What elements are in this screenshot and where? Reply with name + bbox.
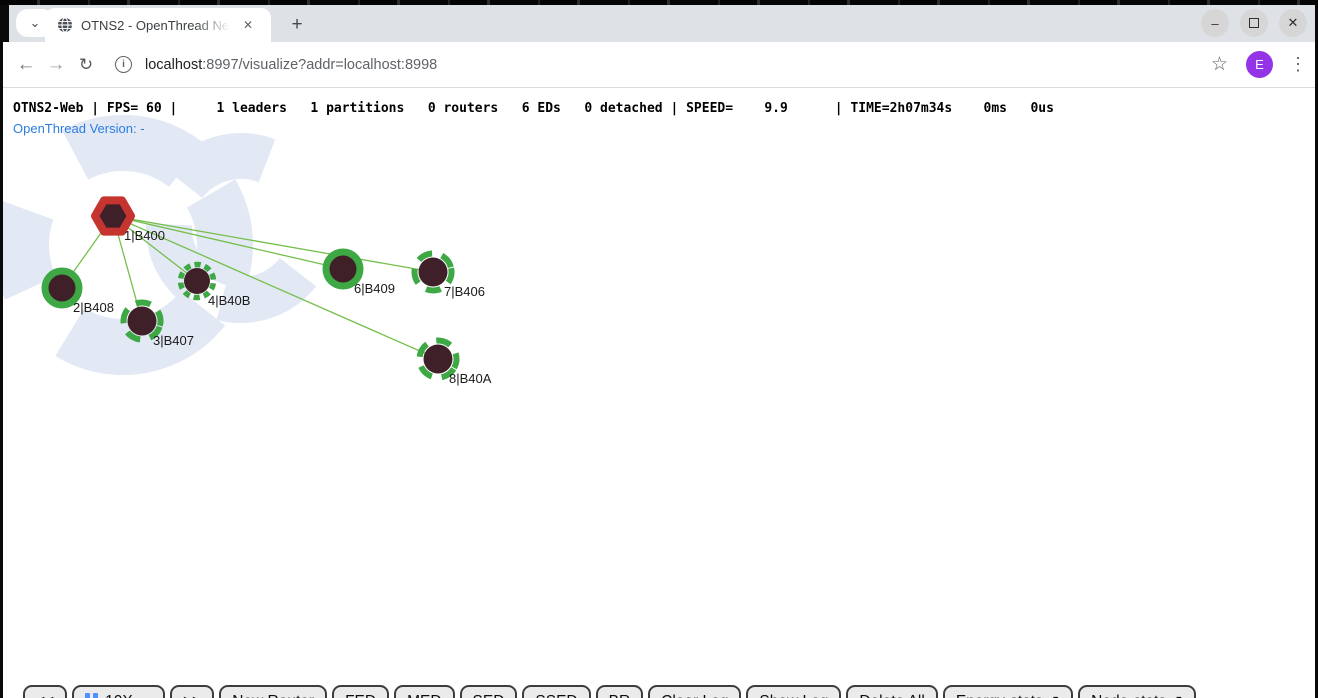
node-2|B408[interactable]: 2|B408	[45, 271, 114, 315]
url-host: localhost	[145, 57, 202, 73]
button-label: Clear Log	[661, 693, 728, 698]
screen: ⌄ OTNS2 - OpenThread Network Simulator ✕…	[0, 0, 1318, 698]
openthread-version-link[interactable]: OpenThread Version: -	[13, 121, 145, 136]
node-6|B409[interactable]: 6|B409	[326, 252, 395, 296]
node-label: 4|B40B	[208, 293, 250, 308]
menu-overflow-icon[interactable]: ⋮	[1289, 54, 1305, 75]
node-1|B400[interactable]: 1|B400	[95, 200, 165, 243]
node-circle	[128, 307, 157, 336]
node-circle	[184, 268, 210, 294]
button-label: SSED	[535, 693, 577, 698]
button-label: New Router	[232, 693, 314, 698]
page-content: 1|B400 2|B408 3|B407 4|B40B 6|B409 7|B406 8|B4…	[3, 88, 1315, 698]
graph: 1|B400 2|B408 3|B407 4|B40B 6|B409 7|B406 8|B4…	[45, 200, 492, 386]
pause-icon	[85, 693, 98, 698]
node-label: 1|B400	[124, 228, 165, 243]
>>-button[interactable]: >>	[170, 685, 214, 698]
maximize-button[interactable]	[1240, 9, 1268, 37]
button-label: Delete All	[859, 693, 924, 698]
maximize-icon	[1249, 18, 1259, 28]
network-canvas: 1|B400 2|B408 3|B407 4|B40B 6|B409 7|B406 8|B4…	[3, 88, 1315, 698]
node-3|B407[interactable]: 3|B407	[119, 298, 194, 348]
med-button[interactable]: MED	[394, 685, 454, 698]
reload-button[interactable]: ↻	[71, 50, 101, 80]
energy-stats-button[interactable]: Energy-stats ↗	[943, 685, 1073, 698]
tab-close-icon[interactable]: ✕	[239, 16, 257, 34]
node-stats-button[interactable]: Node-stats ↗	[1078, 685, 1196, 698]
<<-button[interactable]: <<	[23, 685, 67, 698]
delete-all-button[interactable]: Delete All	[846, 685, 937, 698]
button-label: >>	[183, 693, 201, 698]
tab-otns2[interactable]: OTNS2 - OpenThread Network Simulator ✕	[45, 8, 271, 42]
button-label: Node-stats ↗	[1091, 692, 1183, 698]
back-button[interactable]: ←	[11, 50, 41, 80]
close-button[interactable]: ✕	[1279, 9, 1307, 37]
profile-avatar[interactable]: E	[1246, 51, 1273, 78]
10x-button[interactable]: 10X	[72, 685, 165, 698]
button-label: Show Log	[759, 693, 828, 698]
ssed-button[interactable]: SSED	[522, 685, 590, 698]
bookmark-star-icon[interactable]: ☆	[1211, 53, 1228, 76]
node-4|B40B[interactable]: 4|B40B	[178, 262, 250, 308]
url-text[interactable]: localhost:8997/visualize?addr=localhost:…	[145, 57, 437, 73]
node-circle	[419, 258, 448, 287]
tab-strip: ⌄ OTNS2 - OpenThread Network Simulator ✕…	[3, 5, 1315, 42]
browser-window: ⌄ OTNS2 - OpenThread Network Simulator ✕…	[0, 5, 1318, 698]
node-label: 7|B406	[444, 284, 485, 299]
forward-button[interactable]: →	[41, 50, 71, 80]
globe-favicon-icon	[57, 17, 73, 33]
button-label: BR	[609, 693, 631, 698]
node-label: 6|B409	[354, 281, 395, 296]
node-8|B40A[interactable]: 8|B40A	[413, 334, 492, 386]
node-label: 3|B407	[153, 333, 194, 348]
edge	[113, 216, 433, 272]
node-7|B406[interactable]: 7|B406	[411, 250, 485, 299]
browser-toolbar: ← → ↻ i localhost:8997/visualize?addr=lo…	[3, 42, 1315, 88]
status-line: OTNS2-Web | FPS= 60 | 1 leaders 1 partit…	[13, 101, 1054, 116]
button-label: SED	[473, 693, 505, 698]
minimize-button[interactable]: –	[1201, 9, 1229, 37]
br-button[interactable]: BR	[596, 685, 644, 698]
show-log-button[interactable]: Show Log	[746, 685, 841, 698]
leader-hexagon	[95, 200, 131, 231]
site-info-icon[interactable]: i	[115, 56, 132, 73]
node-circle	[424, 345, 453, 374]
window-controls: – ✕	[1201, 9, 1307, 37]
node-label: 2|B408	[73, 300, 114, 315]
clear-log-button[interactable]: Clear Log	[648, 685, 741, 698]
tab-title: OTNS2 - OpenThread Network Simulator	[81, 18, 233, 33]
button-label: <<	[36, 693, 54, 698]
chevron-down-icon: ⌄	[30, 15, 41, 31]
action-bar: << 10X >> New Router FED MED SED SSED BR Clear Lo…	[23, 685, 1196, 698]
button-label: FED	[345, 693, 376, 698]
window-edge	[3, 5, 9, 42]
node-label: 8|B40A	[449, 371, 492, 386]
omnibox[interactable]: i localhost:8997/visualize?addr=localhos…	[115, 56, 1211, 73]
new-tab-button[interactable]: +	[284, 12, 310, 38]
sed-button[interactable]: SED	[460, 685, 518, 698]
fed-button[interactable]: FED	[332, 685, 389, 698]
url-path: :8997/visualize?addr=localhost:8998	[202, 57, 437, 73]
button-label: MED	[407, 693, 441, 698]
button-label: 10X	[105, 693, 133, 698]
new-router-button[interactable]: New Router	[219, 685, 327, 698]
button-label: Energy-stats ↗	[956, 692, 1060, 698]
